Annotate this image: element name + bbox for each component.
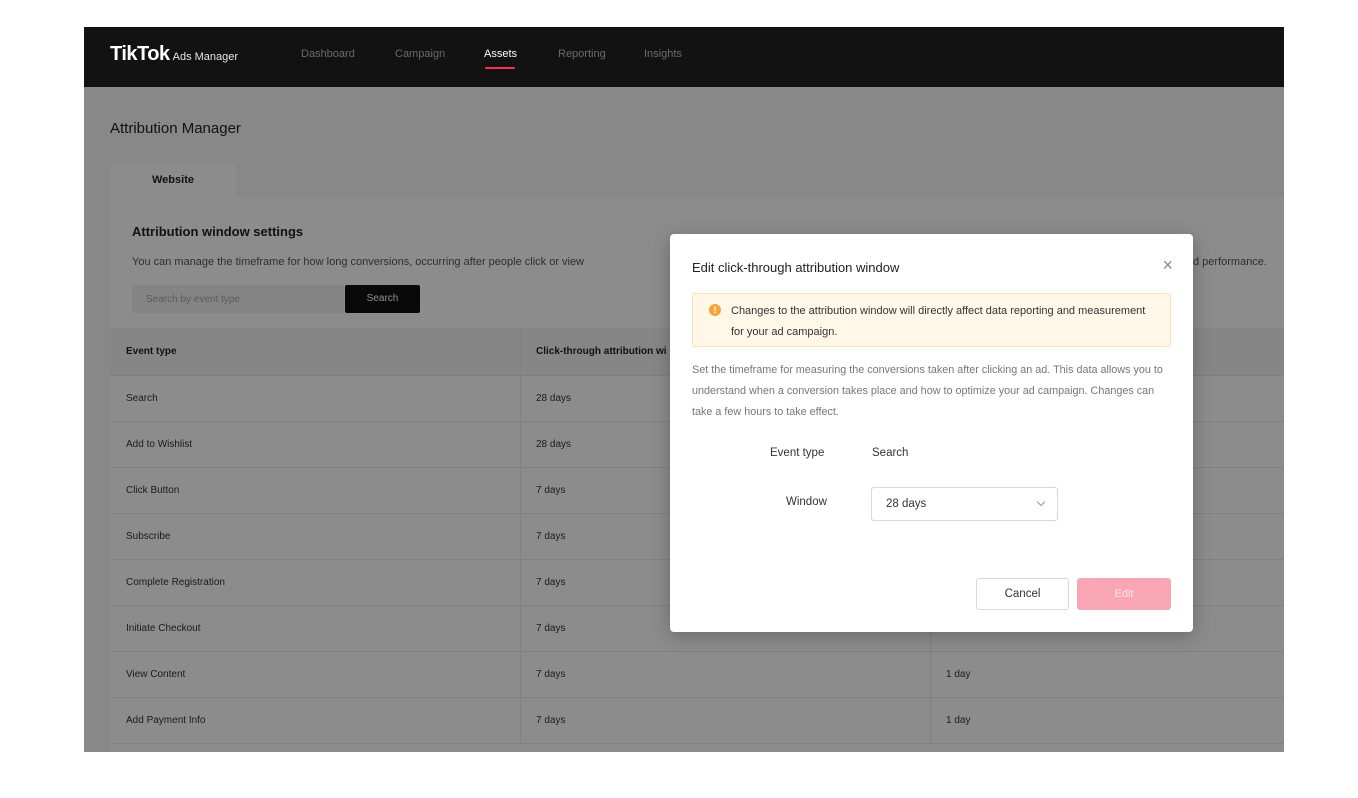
close-icon[interactable]: × — [1162, 256, 1173, 274]
nav-reporting[interactable]: Reporting — [558, 48, 606, 60]
alert-text: Changes to the attribution window will d… — [731, 305, 1146, 338]
window-label: Window — [786, 496, 827, 508]
window-select-value: 28 days — [886, 498, 927, 510]
modal-title: Edit click-through attribution window — [692, 260, 900, 275]
edit-button[interactable]: Edit — [1077, 578, 1171, 610]
edit-attribution-modal: Edit click-through attribution window × … — [670, 234, 1193, 632]
cancel-button[interactable]: Cancel — [976, 578, 1069, 610]
top-navigation-bar: TikTok Ads Manager Dashboard Campaign Ass… — [84, 27, 1284, 87]
active-nav-indicator — [485, 67, 515, 69]
event-type-value: Search — [872, 447, 909, 459]
modal-description: Set the timeframe for measuring the conv… — [692, 364, 1163, 418]
event-type-label: Event type — [770, 447, 825, 459]
window-select[interactable]: 28 days — [871, 487, 1058, 521]
nav-insights[interactable]: Insights — [644, 48, 682, 60]
warning-alert: ! Changes to the attribution window will… — [692, 293, 1171, 347]
brand-name: TikTok — [110, 43, 170, 65]
chevron-down-icon — [1036, 497, 1046, 507]
warning-icon: ! — [709, 304, 721, 316]
tiktok-logo[interactable]: TikTok Ads Manager — [110, 43, 238, 66]
nav-campaign[interactable]: Campaign — [395, 48, 445, 60]
nav-dashboard[interactable]: Dashboard — [301, 48, 355, 60]
brand-subtitle: Ads Manager — [172, 51, 239, 63]
nav-assets[interactable]: Assets — [484, 48, 517, 60]
